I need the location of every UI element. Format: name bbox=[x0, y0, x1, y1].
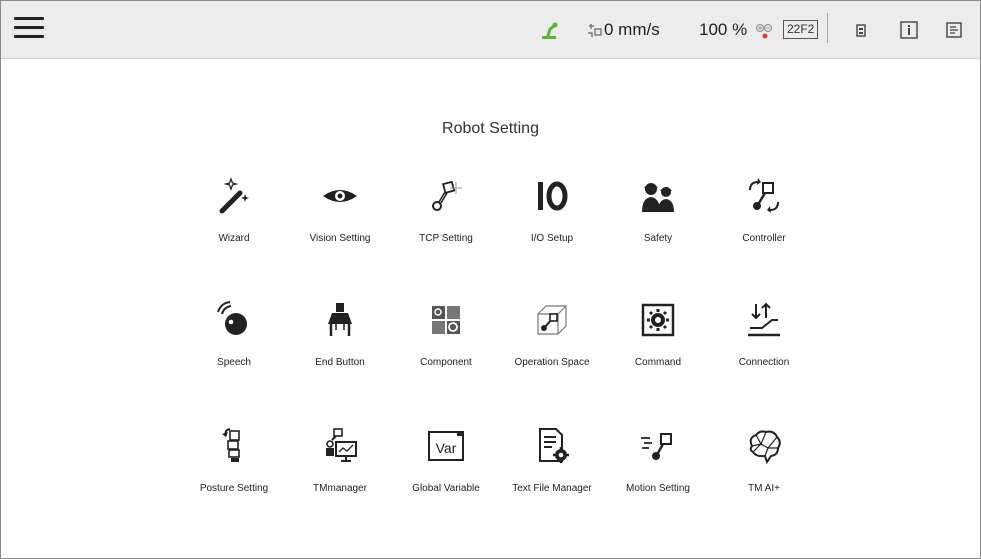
power-status-icon bbox=[755, 1, 775, 58]
info-icon[interactable] bbox=[899, 1, 919, 58]
tile-global-variable[interactable]: Var Global Variable bbox=[391, 426, 501, 516]
tile-wizard[interactable]: Wizard bbox=[179, 176, 289, 266]
speed-readout: 0 mm/s bbox=[604, 19, 660, 39]
tile-speech[interactable]: Speech bbox=[179, 300, 289, 390]
global-variable-icon: Var bbox=[426, 426, 466, 466]
text-file-manager-icon bbox=[532, 426, 572, 466]
ai-brain-icon bbox=[744, 426, 784, 466]
tile-tmmanager[interactable]: TMmanager bbox=[285, 426, 395, 516]
tile-tm-ai[interactable]: TM AI+ bbox=[709, 426, 819, 516]
tile-operation-space[interactable]: Operation Space bbox=[497, 300, 607, 390]
var-icon-text: Var bbox=[436, 440, 457, 456]
battery-icon[interactable] bbox=[855, 1, 867, 58]
log-icon[interactable] bbox=[945, 1, 963, 58]
menu-icon[interactable] bbox=[13, 14, 45, 42]
command-icon bbox=[638, 300, 678, 340]
posture-icon bbox=[214, 426, 254, 466]
controller-icon bbox=[744, 176, 784, 216]
component-icon bbox=[426, 300, 466, 340]
divider bbox=[827, 13, 828, 43]
speed-gauge-icon bbox=[587, 1, 603, 58]
tile-component[interactable]: Component bbox=[391, 300, 501, 390]
error-code[interactable]: 22F2 bbox=[783, 20, 819, 39]
tile-label: TM AI+ bbox=[748, 483, 780, 494]
tile-safety[interactable]: Safety bbox=[603, 176, 713, 266]
freedrive-robot-icon[interactable] bbox=[539, 1, 561, 58]
end-button-icon bbox=[320, 300, 360, 340]
tile-end-button[interactable]: End Button bbox=[285, 300, 395, 390]
tile-motion-setting[interactable]: Motion Setting bbox=[603, 426, 713, 516]
page-title: Robot Setting bbox=[442, 120, 539, 137]
tile-controller[interactable]: Controller bbox=[709, 176, 819, 266]
connection-icon bbox=[744, 300, 784, 340]
speech-icon bbox=[214, 300, 254, 340]
tile-label: Connection bbox=[738, 357, 790, 368]
tile-command[interactable]: Command bbox=[603, 300, 713, 390]
tmmanager-icon bbox=[320, 426, 360, 466]
magic-wand-icon bbox=[214, 176, 254, 216]
tile-label: Controller bbox=[742, 233, 786, 244]
tile-text-file-manager[interactable]: Text File Manager bbox=[497, 426, 607, 516]
tile-posture-setting[interactable]: Posture Setting bbox=[179, 426, 289, 516]
motion-setting-icon bbox=[638, 426, 678, 466]
tile-tcp-setting[interactable]: TCP Setting bbox=[391, 176, 501, 266]
tile-io-setup[interactable]: I/O Setup bbox=[497, 176, 607, 266]
safety-workers-icon bbox=[638, 176, 678, 216]
tcp-robot-icon bbox=[426, 176, 466, 216]
tile-connection[interactable]: Connection bbox=[709, 300, 819, 390]
robot-setting-window: 0 mm/s 100 % 22F2 Robot Setting Wizard V… bbox=[0, 0, 981, 559]
tile-vision-setting[interactable]: Vision Setting bbox=[285, 176, 395, 266]
eye-icon bbox=[320, 176, 360, 216]
operation-space-icon bbox=[532, 300, 572, 340]
speed-percent: 100 % bbox=[699, 19, 748, 39]
io-icon bbox=[532, 176, 572, 216]
top-bar: 0 mm/s 100 % 22F2 bbox=[1, 1, 980, 59]
